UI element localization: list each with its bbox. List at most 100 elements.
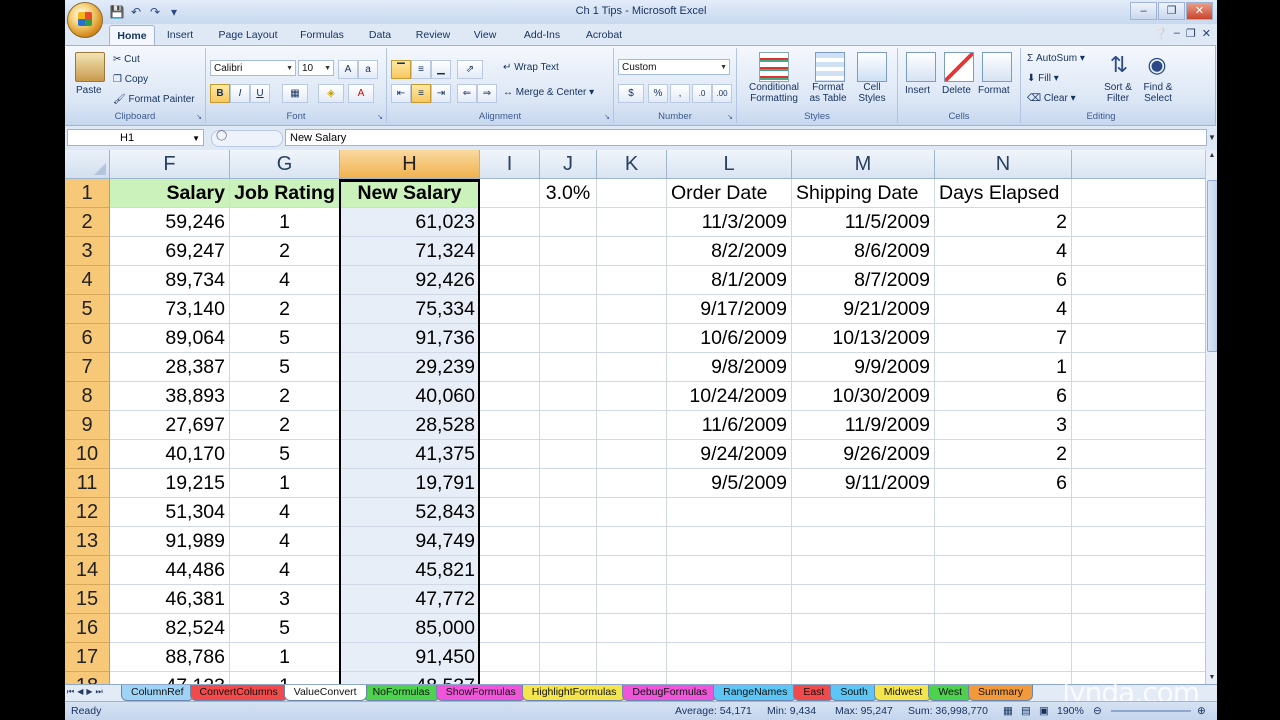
- sheet-tab-columnref[interactable]: ColumnRef: [121, 685, 194, 701]
- scroll-down-icon[interactable]: ▼: [1206, 672, 1217, 684]
- salary-cell[interactable]: 89,064: [110, 324, 230, 353]
- empty-cell[interactable]: [540, 208, 597, 237]
- empty-cell[interactable]: [597, 411, 667, 440]
- row-header-14[interactable]: 14: [65, 556, 110, 585]
- new-salary-cell[interactable]: 85,000: [340, 614, 480, 643]
- help-icon[interactable]: ❔: [1154, 27, 1168, 40]
- order-date-cell[interactable]: 9/24/2009: [667, 440, 792, 469]
- empty-cell[interactable]: [1072, 469, 1205, 498]
- order-date-cell[interactable]: 8/1/2009: [667, 266, 792, 295]
- row-header-6[interactable]: 6: [65, 324, 110, 353]
- empty-cell[interactable]: [792, 498, 935, 527]
- empty-cell[interactable]: [480, 266, 540, 295]
- new-salary-cell[interactable]: 28,528: [340, 411, 480, 440]
- days-elapsed-cell[interactable]: 4: [935, 237, 1072, 266]
- empty-cell[interactable]: [935, 672, 1072, 684]
- align-left-icon[interactable]: ⇤: [391, 84, 411, 103]
- empty-cell[interactable]: [667, 614, 792, 643]
- row-header-10[interactable]: 10: [65, 440, 110, 469]
- job-rating-cell[interactable]: 2: [230, 237, 340, 266]
- shipping-date-cell[interactable]: 9/9/2009: [792, 353, 935, 382]
- select-all-button[interactable]: [65, 150, 110, 179]
- salary-cell[interactable]: 73,140: [110, 295, 230, 324]
- empty-cell[interactable]: [540, 266, 597, 295]
- empty-cell[interactable]: [540, 527, 597, 556]
- prev-sheet-icon[interactable]: ◀: [77, 687, 83, 697]
- header-new-salary[interactable]: New Salary: [340, 179, 480, 208]
- empty-cell[interactable]: [540, 411, 597, 440]
- empty-cell[interactable]: [792, 527, 935, 556]
- alignment-launcher-icon[interactable]: ↘: [604, 113, 610, 121]
- sort-filter-button[interactable]: Sort & Filter: [1099, 82, 1137, 104]
- shrink-font-icon[interactable]: a: [358, 60, 378, 79]
- order-date-cell[interactable]: 11/6/2009: [667, 411, 792, 440]
- scroll-up-icon[interactable]: ▲: [1206, 150, 1217, 162]
- order-date-cell[interactable]: 11/3/2009: [667, 208, 792, 237]
- new-salary-cell[interactable]: 47,772: [340, 585, 480, 614]
- zoom-level[interactable]: 190%: [1057, 705, 1084, 717]
- job-rating-cell[interactable]: 2: [230, 382, 340, 411]
- job-rating-cell[interactable]: 5: [230, 324, 340, 353]
- shipping-date-cell[interactable]: 8/7/2009: [792, 266, 935, 295]
- delete-cells-icon[interactable]: [944, 52, 974, 82]
- expand-formula-bar-icon[interactable]: ▼: [1207, 129, 1217, 146]
- job-rating-cell[interactable]: 5: [230, 353, 340, 382]
- cell-styles-button[interactable]: Cell Styles: [853, 82, 891, 104]
- empty-cell[interactable]: [792, 643, 935, 672]
- tab-home[interactable]: Home: [109, 25, 155, 45]
- new-salary-cell[interactable]: 52,843: [340, 498, 480, 527]
- empty-cell[interactable]: [540, 672, 597, 684]
- restore-icon[interactable]: ❐: [1158, 2, 1185, 20]
- salary-cell[interactable]: 38,893: [110, 382, 230, 411]
- font-name-combo[interactable]: Calibri ▼: [210, 60, 296, 76]
- binoculars-icon[interactable]: ◉: [1143, 52, 1171, 80]
- sheet-tab-debugformulas[interactable]: DebugFormulas: [622, 685, 718, 701]
- sheet-tab-west[interactable]: West: [928, 685, 973, 701]
- empty-cell[interactable]: [480, 295, 540, 324]
- empty-cell[interactable]: [540, 614, 597, 643]
- row-header-9[interactable]: 9: [65, 411, 110, 440]
- salary-cell[interactable]: 44,486: [110, 556, 230, 585]
- empty-cell[interactable]: [667, 527, 792, 556]
- empty-cell[interactable]: [540, 295, 597, 324]
- order-date-cell[interactable]: 9/8/2009: [667, 353, 792, 382]
- job-rating-cell[interactable]: 2: [230, 411, 340, 440]
- empty-cell[interactable]: [480, 643, 540, 672]
- column-header-i[interactable]: I: [480, 150, 540, 179]
- new-salary-cell[interactable]: 19,791: [340, 469, 480, 498]
- sheet-tab-noformulas[interactable]: NoFormulas: [362, 685, 440, 701]
- empty-cell[interactable]: [935, 614, 1072, 643]
- comma-button[interactable]: ,: [670, 84, 690, 103]
- row-header-13[interactable]: 13: [65, 527, 110, 556]
- tab-formulas[interactable]: Formulas: [291, 25, 353, 45]
- column-header-h[interactable]: H: [340, 150, 480, 179]
- empty-cell[interactable]: [1072, 643, 1205, 672]
- raise-percent-cell[interactable]: 3.0%: [540, 179, 597, 208]
- days-elapsed-cell[interactable]: 3: [935, 411, 1072, 440]
- empty-cell[interactable]: [597, 498, 667, 527]
- empty-cell[interactable]: [597, 614, 667, 643]
- empty-cell[interactable]: [667, 643, 792, 672]
- empty-cell[interactable]: [540, 643, 597, 672]
- row-header-18[interactable]: 18: [65, 672, 110, 684]
- row-header-8[interactable]: 8: [65, 382, 110, 411]
- job-rating-cell[interactable]: 3: [230, 585, 340, 614]
- empty-cell[interactable]: [1072, 353, 1205, 382]
- days-elapsed-cell[interactable]: 1: [935, 353, 1072, 382]
- header-job-rating[interactable]: Job Rating: [230, 179, 340, 208]
- empty-cell[interactable]: [480, 672, 540, 684]
- job-rating-cell[interactable]: 1: [230, 672, 340, 684]
- salary-cell[interactable]: 91,989: [110, 527, 230, 556]
- sheet-tab-showformulas[interactable]: ShowFormulas: [435, 685, 526, 701]
- empty-cell[interactable]: [480, 585, 540, 614]
- row-header-7[interactable]: 7: [65, 353, 110, 382]
- header-shipping-date[interactable]: Shipping Date: [792, 179, 935, 208]
- row-header-12[interactable]: 12: [65, 498, 110, 527]
- column-header-n[interactable]: N: [935, 150, 1072, 179]
- page-layout-view-icon[interactable]: ▤: [1021, 705, 1031, 717]
- job-rating-cell[interactable]: 1: [230, 469, 340, 498]
- empty-cell[interactable]: [480, 208, 540, 237]
- format-painter-button[interactable]: 🖌 Format Painter: [113, 94, 195, 105]
- tab-add-ins[interactable]: Add-Ins: [511, 25, 573, 45]
- new-salary-cell[interactable]: 91,736: [340, 324, 480, 353]
